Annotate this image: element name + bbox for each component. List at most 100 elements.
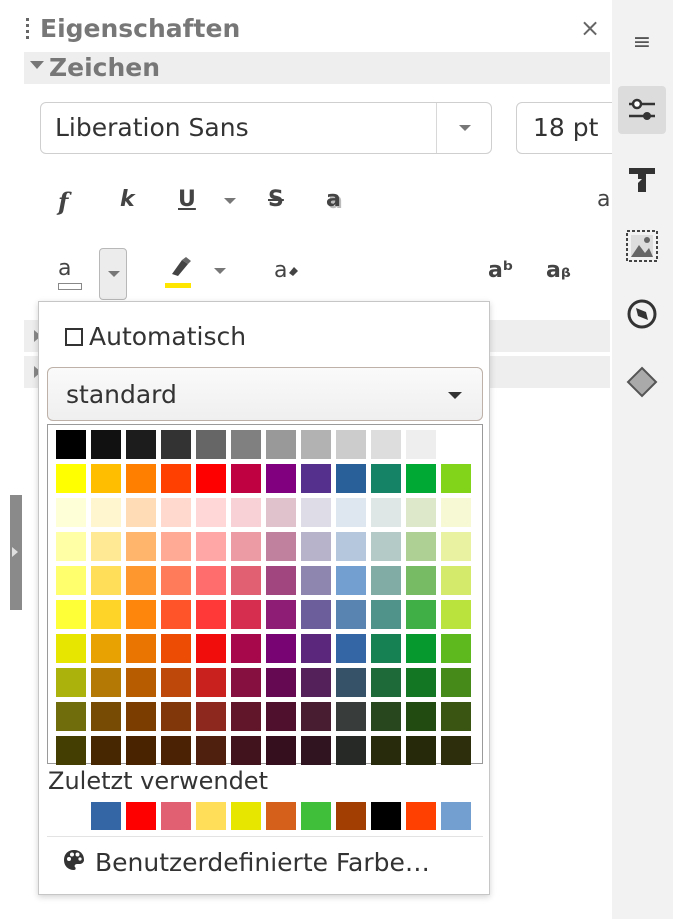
- gallery-icon[interactable]: [618, 222, 666, 270]
- recent-color-swatch[interactable]: [91, 802, 121, 830]
- color-swatch[interactable]: [196, 634, 226, 663]
- color-swatch[interactable]: [161, 430, 191, 459]
- recent-color-swatch[interactable]: [161, 802, 191, 830]
- color-swatch[interactable]: [161, 464, 191, 493]
- color-swatch[interactable]: [371, 464, 401, 493]
- color-swatch[interactable]: [231, 430, 261, 459]
- color-swatch[interactable]: [301, 634, 331, 663]
- color-swatch[interactable]: [301, 566, 331, 595]
- drag-grip[interactable]: [26, 18, 29, 40]
- shapes-icon[interactable]: [618, 358, 666, 406]
- clear-formatting-button[interactable]: a: [274, 258, 299, 283]
- recent-color-swatch[interactable]: [266, 802, 296, 830]
- color-swatch[interactable]: [406, 532, 436, 561]
- color-swatch[interactable]: [301, 702, 331, 731]
- styles-icon[interactable]: [618, 156, 666, 204]
- color-swatch[interactable]: [336, 566, 366, 595]
- color-swatch[interactable]: [56, 566, 86, 595]
- color-swatch[interactable]: [231, 634, 261, 663]
- sidebar-collapse-handle[interactable]: [10, 495, 22, 610]
- color-swatch[interactable]: [231, 566, 261, 595]
- recent-color-swatch[interactable]: [196, 802, 226, 830]
- color-swatch[interactable]: [406, 668, 436, 697]
- color-swatch[interactable]: [56, 600, 86, 629]
- color-swatch[interactable]: [441, 736, 471, 765]
- color-swatch[interactable]: [266, 634, 296, 663]
- color-swatch[interactable]: [406, 736, 436, 765]
- color-swatch[interactable]: [301, 736, 331, 765]
- color-swatch[interactable]: [266, 498, 296, 527]
- underline-dropdown-icon[interactable]: [224, 198, 236, 204]
- color-swatch[interactable]: [56, 634, 86, 663]
- color-swatch[interactable]: [126, 532, 156, 561]
- recent-color-swatch[interactable]: [406, 802, 436, 830]
- font-name-combobox[interactable]: Liberation Sans: [40, 102, 492, 154]
- color-swatch[interactable]: [406, 566, 436, 595]
- color-swatch[interactable]: [126, 668, 156, 697]
- highlight-dropdown-icon[interactable]: [214, 268, 226, 274]
- italic-button[interactable]: k: [120, 187, 135, 212]
- color-swatch[interactable]: [441, 668, 471, 697]
- color-swatch[interactable]: [196, 430, 226, 459]
- color-swatch[interactable]: [231, 702, 261, 731]
- highlight-icon[interactable]: [168, 256, 194, 284]
- color-swatch[interactable]: [336, 634, 366, 663]
- color-swatch[interactable]: [336, 498, 366, 527]
- color-swatch[interactable]: [126, 464, 156, 493]
- recent-color-swatch[interactable]: [231, 802, 261, 830]
- color-swatch[interactable]: [406, 498, 436, 527]
- color-swatch[interactable]: [91, 634, 121, 663]
- color-swatch[interactable]: [91, 668, 121, 697]
- bold-button[interactable]: f: [58, 187, 68, 216]
- recent-color-swatch[interactable]: [441, 802, 471, 830]
- palette-select[interactable]: standard: [47, 367, 483, 421]
- color-swatch[interactable]: [126, 566, 156, 595]
- color-swatch[interactable]: [441, 498, 471, 527]
- color-swatch[interactable]: [266, 566, 296, 595]
- color-swatch[interactable]: [371, 498, 401, 527]
- color-swatch[interactable]: [441, 464, 471, 493]
- color-swatch[interactable]: [441, 532, 471, 561]
- color-swatch[interactable]: [301, 464, 331, 493]
- color-swatch[interactable]: [161, 532, 191, 561]
- color-swatch[interactable]: [336, 464, 366, 493]
- outline-button[interactable]: a: [597, 187, 610, 212]
- color-swatch[interactable]: [196, 702, 226, 731]
- font-color-button[interactable]: a: [58, 256, 71, 281]
- color-swatch[interactable]: [196, 532, 226, 561]
- color-swatch[interactable]: [231, 600, 261, 629]
- color-swatch[interactable]: [56, 532, 86, 561]
- color-swatch[interactable]: [126, 702, 156, 731]
- color-swatch[interactable]: [406, 702, 436, 731]
- color-swatch[interactable]: [441, 600, 471, 629]
- subscript-button[interactable]: aᵦ: [546, 258, 571, 283]
- color-swatch[interactable]: [126, 430, 156, 459]
- color-swatch[interactable]: [161, 566, 191, 595]
- color-swatch[interactable]: [336, 532, 366, 561]
- shadow-button[interactable]: a: [326, 187, 341, 212]
- superscript-button[interactable]: aᵇ: [488, 258, 513, 283]
- color-swatch[interactable]: [441, 566, 471, 595]
- color-swatch[interactable]: [371, 532, 401, 561]
- color-swatch[interactable]: [231, 464, 261, 493]
- color-swatch[interactable]: [91, 702, 121, 731]
- color-swatch[interactable]: [231, 498, 261, 527]
- color-swatch[interactable]: [441, 430, 471, 459]
- color-swatch[interactable]: [266, 702, 296, 731]
- color-swatch[interactable]: [371, 600, 401, 629]
- color-swatch[interactable]: [371, 566, 401, 595]
- color-swatch[interactable]: [196, 600, 226, 629]
- color-swatch[interactable]: [336, 736, 366, 765]
- section-header-zeichen[interactable]: Zeichen: [24, 52, 610, 84]
- color-swatch[interactable]: [441, 634, 471, 663]
- automatic-color-option[interactable]: Automatisch: [65, 322, 246, 351]
- color-swatch[interactable]: [336, 702, 366, 731]
- close-icon[interactable]: ×: [580, 14, 600, 42]
- color-swatch[interactable]: [266, 532, 296, 561]
- properties-icon[interactable]: [618, 86, 666, 134]
- color-swatch[interactable]: [196, 736, 226, 765]
- menu-icon[interactable]: ≡: [618, 18, 666, 66]
- recent-color-swatch[interactable]: [336, 802, 366, 830]
- color-swatch[interactable]: [161, 498, 191, 527]
- strikethrough-button[interactable]: S: [268, 187, 284, 212]
